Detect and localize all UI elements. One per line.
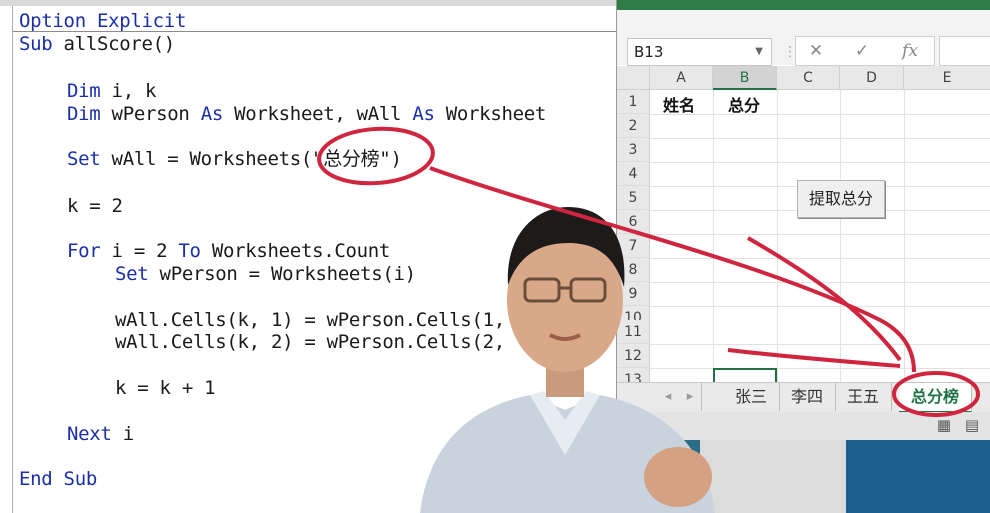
column-header-e[interactable]: E xyxy=(904,66,990,90)
formula-input[interactable] xyxy=(939,36,990,66)
vba-keyword: End Sub xyxy=(19,468,97,490)
code-line-k-increment[interactable]: k = k + 1 xyxy=(115,377,216,399)
close-icon[interactable]: ✕ xyxy=(798,37,834,65)
chevron-down-icon[interactable]: ▼ xyxy=(755,39,763,65)
cell-b1[interactable]: 总分 xyxy=(728,92,760,116)
vba-keyword: Set xyxy=(67,148,101,170)
select-all-corner[interactable] xyxy=(617,66,650,90)
formula-buttons: ✕ ✓ fx xyxy=(795,36,935,66)
extract-total-score-button[interactable]: 提取总分 xyxy=(797,180,885,218)
name-box[interactable]: B13 ▼ xyxy=(627,38,772,66)
desktop-background xyxy=(846,440,990,513)
code-line-next[interactable]: Next i xyxy=(67,423,134,445)
gridline xyxy=(840,90,841,384)
sheet-tab-total-ranking[interactable]: 总分榜 xyxy=(899,383,972,413)
sheet-tab-wangwu[interactable]: 王五 xyxy=(835,383,892,411)
row-header-1[interactable]: 1 xyxy=(617,90,650,114)
gridline xyxy=(777,90,778,384)
vba-keyword: Set xyxy=(115,263,149,285)
code-line-k-init[interactable]: k = 2 xyxy=(67,195,123,217)
formula-bar: B13 ▼ ⋮ ✕ ✓ fx xyxy=(617,10,990,66)
gridline xyxy=(650,162,990,163)
code-line-option-explicit[interactable]: Option Explicit xyxy=(19,10,186,32)
vba-keyword: Dim xyxy=(67,80,101,102)
ribbon-edge xyxy=(617,0,990,10)
code-line-end-sub[interactable]: End Sub xyxy=(19,468,97,490)
presenter-video-overlay xyxy=(420,207,715,513)
sheet-tab-lisi[interactable]: 李四 xyxy=(779,383,836,411)
code-line-dim-worksheets[interactable]: Dim wPerson As Worksheet, wAll As Worksh… xyxy=(67,103,546,125)
code-line-set-wall[interactable]: Set wAll = Worksheets("总分榜") xyxy=(67,148,402,170)
code-margin xyxy=(12,6,13,513)
name-box-value: B13 xyxy=(634,43,664,61)
code-line-set-wperson[interactable]: Set wPerson = Worksheets(i) xyxy=(115,263,416,285)
vba-keyword: Dim xyxy=(67,103,101,125)
column-header-a[interactable]: A xyxy=(650,66,713,90)
row-header-3[interactable]: 3 xyxy=(617,138,650,162)
vba-keyword: Option Explicit xyxy=(19,10,187,32)
sheet-tab-zhangsan[interactable]: 张三 xyxy=(723,383,780,411)
code-line-sub[interactable]: Sub allScore() xyxy=(19,33,175,55)
row-header-2[interactable]: 2 xyxy=(617,114,650,138)
normal-view-icon[interactable]: ▦ xyxy=(935,416,953,434)
vba-keyword: Next xyxy=(67,423,112,445)
vba-keyword: As xyxy=(200,103,224,125)
code-line-for[interactable]: For i = 2 To Worksheets.Count xyxy=(67,240,390,262)
gridline xyxy=(904,90,905,384)
column-header-c[interactable]: C xyxy=(777,66,840,90)
column-header-b[interactable]: B xyxy=(713,66,777,90)
gridline xyxy=(650,138,990,139)
vba-keyword: As xyxy=(412,103,435,125)
column-header-d[interactable]: D xyxy=(840,66,904,90)
vba-keyword: For xyxy=(67,240,101,262)
code-line-dim-ik[interactable]: Dim i, k xyxy=(67,80,156,102)
check-icon[interactable]: ✓ xyxy=(844,37,880,65)
vba-keyword: Sub xyxy=(19,33,53,55)
cell-a1[interactable]: 姓名 xyxy=(663,92,695,116)
function-icon[interactable]: fx xyxy=(892,37,928,65)
vba-keyword: To xyxy=(178,240,201,262)
gridline xyxy=(650,114,990,115)
code-window-titlebar xyxy=(0,0,616,6)
page-layout-icon[interactable]: ▤ xyxy=(963,416,981,434)
row-header-4[interactable]: 4 xyxy=(617,162,650,186)
fist-shape xyxy=(644,447,712,507)
